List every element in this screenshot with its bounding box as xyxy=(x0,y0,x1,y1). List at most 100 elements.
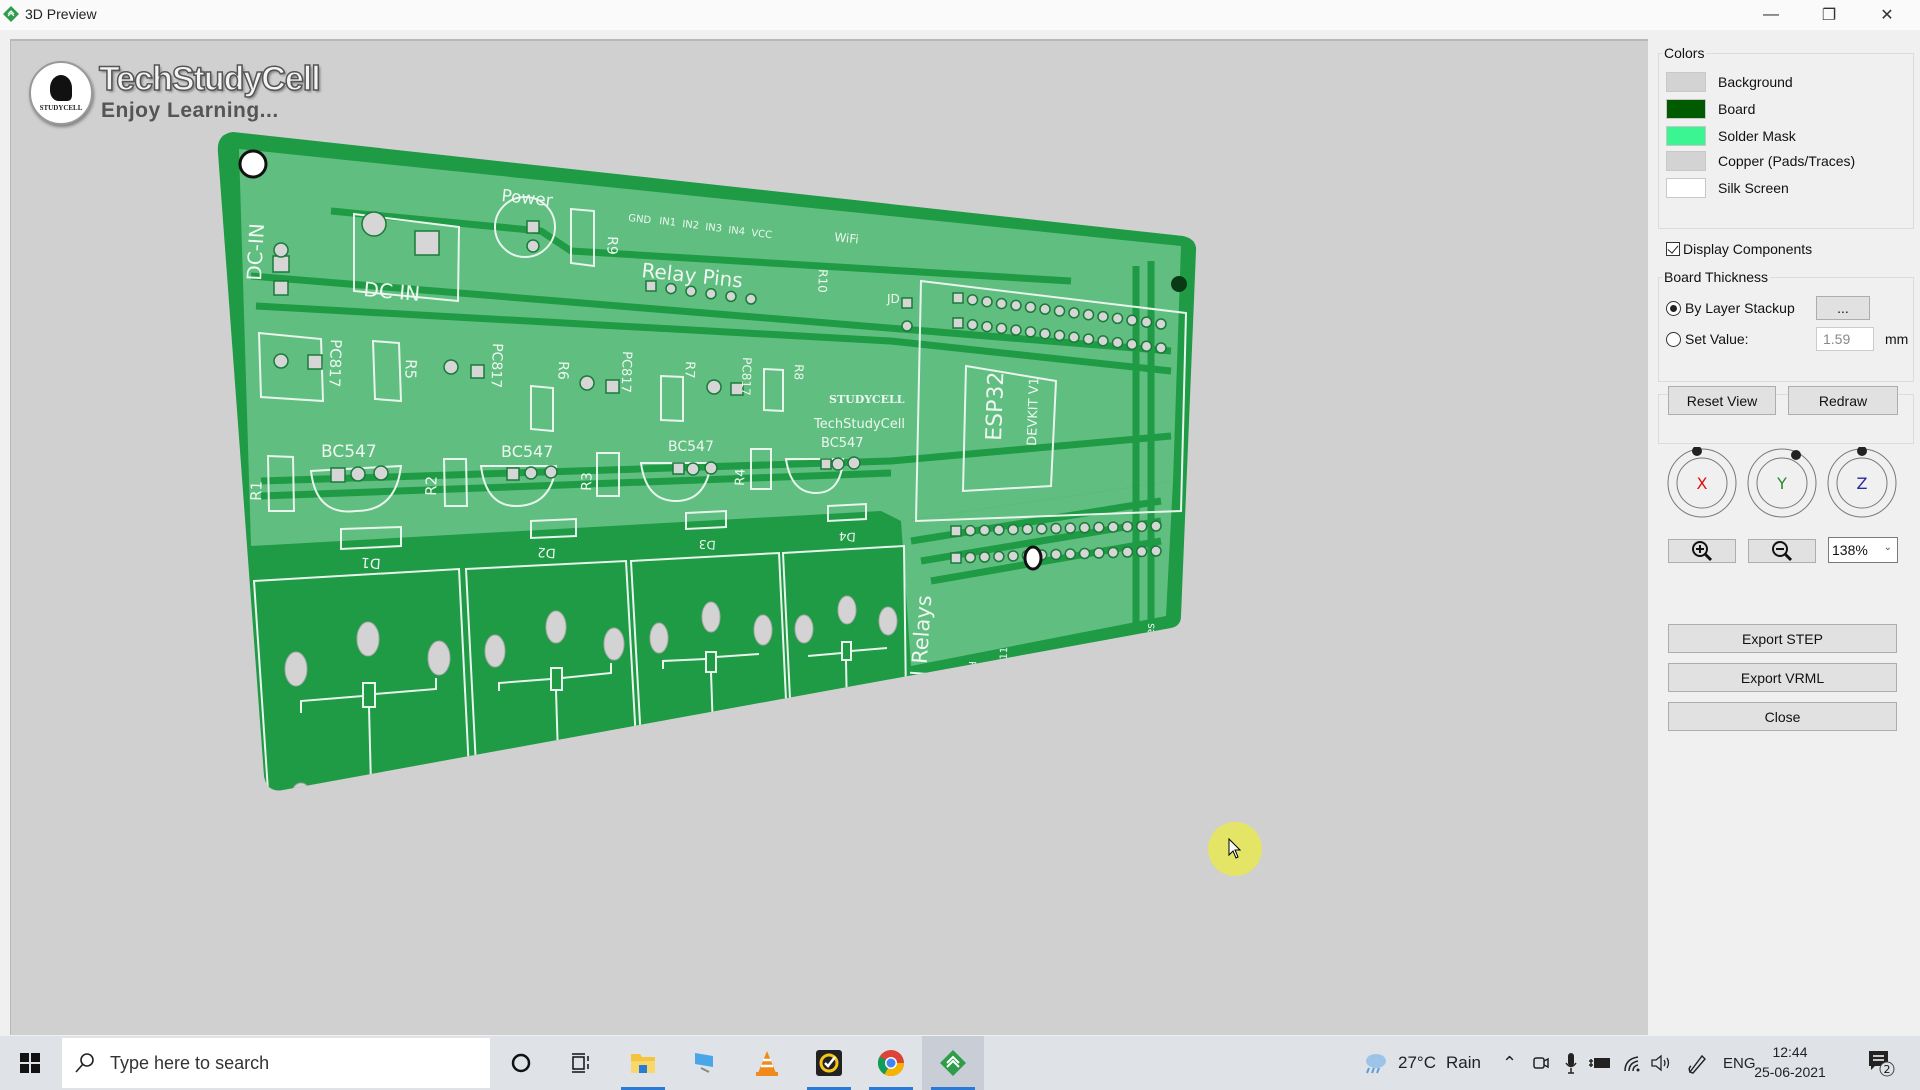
taskbar-app-vlc[interactable] xyxy=(736,1036,798,1090)
label-r2: R2 xyxy=(422,476,441,497)
task-view-button[interactable] xyxy=(550,1036,612,1090)
solder-mask-swatch[interactable] xyxy=(1666,126,1706,146)
color-label: Board xyxy=(1718,101,1756,117)
minimize-icon: — xyxy=(1763,6,1779,23)
label-devkit: DEVKIT V1 xyxy=(1025,377,1042,446)
mouse-cursor-icon xyxy=(1228,838,1242,859)
header-pin xyxy=(1007,523,1019,536)
taskbar-app-norton[interactable] xyxy=(798,1036,860,1090)
watermark: STUDYCELL TechStudyCell Enjoy Learning..… xyxy=(29,59,329,131)
y-axis-label: Y xyxy=(1776,474,1787,493)
show-hidden-icons-button[interactable]: ⌃ xyxy=(1502,1036,1517,1090)
export-step-button[interactable]: Export STEP xyxy=(1668,624,1897,653)
header-pin xyxy=(1150,520,1162,532)
header-pin xyxy=(1078,547,1091,560)
zoom-in-button[interactable] xyxy=(1668,539,1736,563)
maximize-button[interactable]: ❐ xyxy=(1800,0,1858,30)
copper-swatch[interactable] xyxy=(1666,151,1706,171)
export-vrml-button[interactable]: Export VRML xyxy=(1668,663,1897,692)
color-row-silk-screen[interactable]: Silk Screen xyxy=(1666,177,1789,199)
close-icon: ✕ xyxy=(1880,7,1894,24)
battery-tray-icon[interactable] xyxy=(1588,1036,1612,1090)
volume-tray-icon[interactable] xyxy=(1650,1036,1674,1090)
microphone-tray-icon[interactable] xyxy=(1564,1036,1578,1090)
thickness-value-input[interactable] xyxy=(1816,327,1874,351)
chrome-icon xyxy=(877,1050,905,1077)
label-ext-switches: External Switches xyxy=(1136,622,1158,721)
display-components-checkbox[interactable]: Display Components xyxy=(1666,241,1812,257)
network-tray-icon[interactable] xyxy=(1622,1036,1644,1090)
label-studycell: STUDYCELL xyxy=(829,393,905,406)
color-label: Silk Screen xyxy=(1718,180,1789,196)
by-layer-stackup-radio[interactable]: By Layer Stackup xyxy=(1666,300,1795,316)
header-pin xyxy=(1078,522,1091,534)
label-r3: R3 xyxy=(579,472,596,491)
relay-header-pin xyxy=(745,293,757,305)
redraw-button[interactable]: Redraw xyxy=(1788,386,1898,415)
app-logo-icon xyxy=(3,6,19,22)
header-pin xyxy=(993,524,1005,536)
rotate-x-dial[interactable]: X xyxy=(1666,447,1738,519)
radio-unselected-icon[interactable] xyxy=(1666,331,1681,347)
close-button[interactable]: Close xyxy=(1668,702,1897,731)
battery-charging-icon xyxy=(1589,1058,1610,1068)
relay-header-pin xyxy=(725,290,737,303)
zoom-level-value: 138% xyxy=(1832,542,1868,558)
label-dc-in-vertical: DC-IN xyxy=(242,223,269,282)
restore-icon: ❐ xyxy=(1821,7,1837,24)
zoom-level-select[interactable]: 138% ⌄ xyxy=(1828,537,1898,563)
taskbar-app-chrome[interactable] xyxy=(860,1036,922,1090)
board-swatch[interactable] xyxy=(1666,99,1706,119)
reset-view-button[interactable]: Reset View xyxy=(1668,386,1776,415)
header-pin xyxy=(966,294,979,306)
camera-tray-icon[interactable] xyxy=(1532,1036,1550,1090)
label-d2: D2 xyxy=(537,544,556,560)
layer-stackup-button[interactable]: ... xyxy=(1816,296,1870,320)
vcc-jumper-pin xyxy=(901,320,913,332)
3d-viewport[interactable]: DC-IN DC IN Power R9 GND IN1 IN2 IN3 IN4… xyxy=(10,39,1648,1035)
header-pin xyxy=(978,524,991,537)
header-pin xyxy=(995,322,1008,335)
color-row-solder-mask[interactable]: Solder Mask xyxy=(1666,125,1796,147)
label-k4: K4 xyxy=(831,858,846,871)
system-clock[interactable]: 12:44 25-06-2021 xyxy=(1740,1042,1840,1082)
radio-selected-icon[interactable] xyxy=(1666,300,1681,316)
rotate-y-dial[interactable]: Y xyxy=(1746,447,1818,519)
label-esp32: ESP32 xyxy=(982,371,1009,441)
zoom-out-button[interactable] xyxy=(1748,539,1816,563)
set-value-radio[interactable]: Set Value: xyxy=(1666,331,1749,347)
taskbar-app-pcb-designer[interactable] xyxy=(922,1036,984,1090)
taskbar-app-file-explorer[interactable] xyxy=(612,1036,674,1090)
close-window-button[interactable]: ✕ xyxy=(1858,0,1916,30)
background-swatch[interactable] xyxy=(1666,72,1706,92)
header-pin xyxy=(1007,550,1019,562)
minimize-button[interactable]: — xyxy=(1742,0,1800,30)
weather-widget[interactable]: 27°C Rain xyxy=(1362,1036,1481,1090)
color-row-background[interactable]: Background xyxy=(1666,71,1793,93)
color-label: Background xyxy=(1718,74,1793,90)
header-pin xyxy=(1126,314,1138,327)
notification-icon: 2 xyxy=(1869,1051,1895,1077)
header-pin xyxy=(1010,324,1022,336)
taskbar-search-input[interactable]: Type here to search xyxy=(62,1038,490,1088)
header-pin xyxy=(1068,307,1080,319)
notification-center-button[interactable]: 2 xyxy=(1866,1036,1896,1090)
start-button[interactable] xyxy=(0,1036,60,1090)
header-pin xyxy=(995,297,1008,310)
label-r4: R4 xyxy=(733,468,749,486)
header-pin xyxy=(1121,546,1134,558)
cortana-button[interactable] xyxy=(490,1036,552,1090)
taskbar-app-this-pc[interactable] xyxy=(674,1036,736,1090)
task-view-icon xyxy=(572,1053,589,1073)
rotate-z-dial[interactable]: Z xyxy=(1826,447,1898,519)
speaker-icon xyxy=(1651,1054,1670,1072)
board-thickness-label: Board Thickness xyxy=(1662,269,1771,285)
silk-screen-swatch[interactable] xyxy=(1666,178,1706,198)
label-r1: R1 xyxy=(247,481,266,502)
relay-header-pin xyxy=(705,288,717,300)
color-row-board[interactable]: Board xyxy=(1666,98,1755,120)
folder-icon xyxy=(631,1054,655,1073)
pen-tray-icon[interactable] xyxy=(1686,1036,1708,1090)
color-row-copper[interactable]: Copper (Pads/Traces) xyxy=(1666,150,1855,172)
checkbox-checked-icon[interactable] xyxy=(1666,242,1680,256)
